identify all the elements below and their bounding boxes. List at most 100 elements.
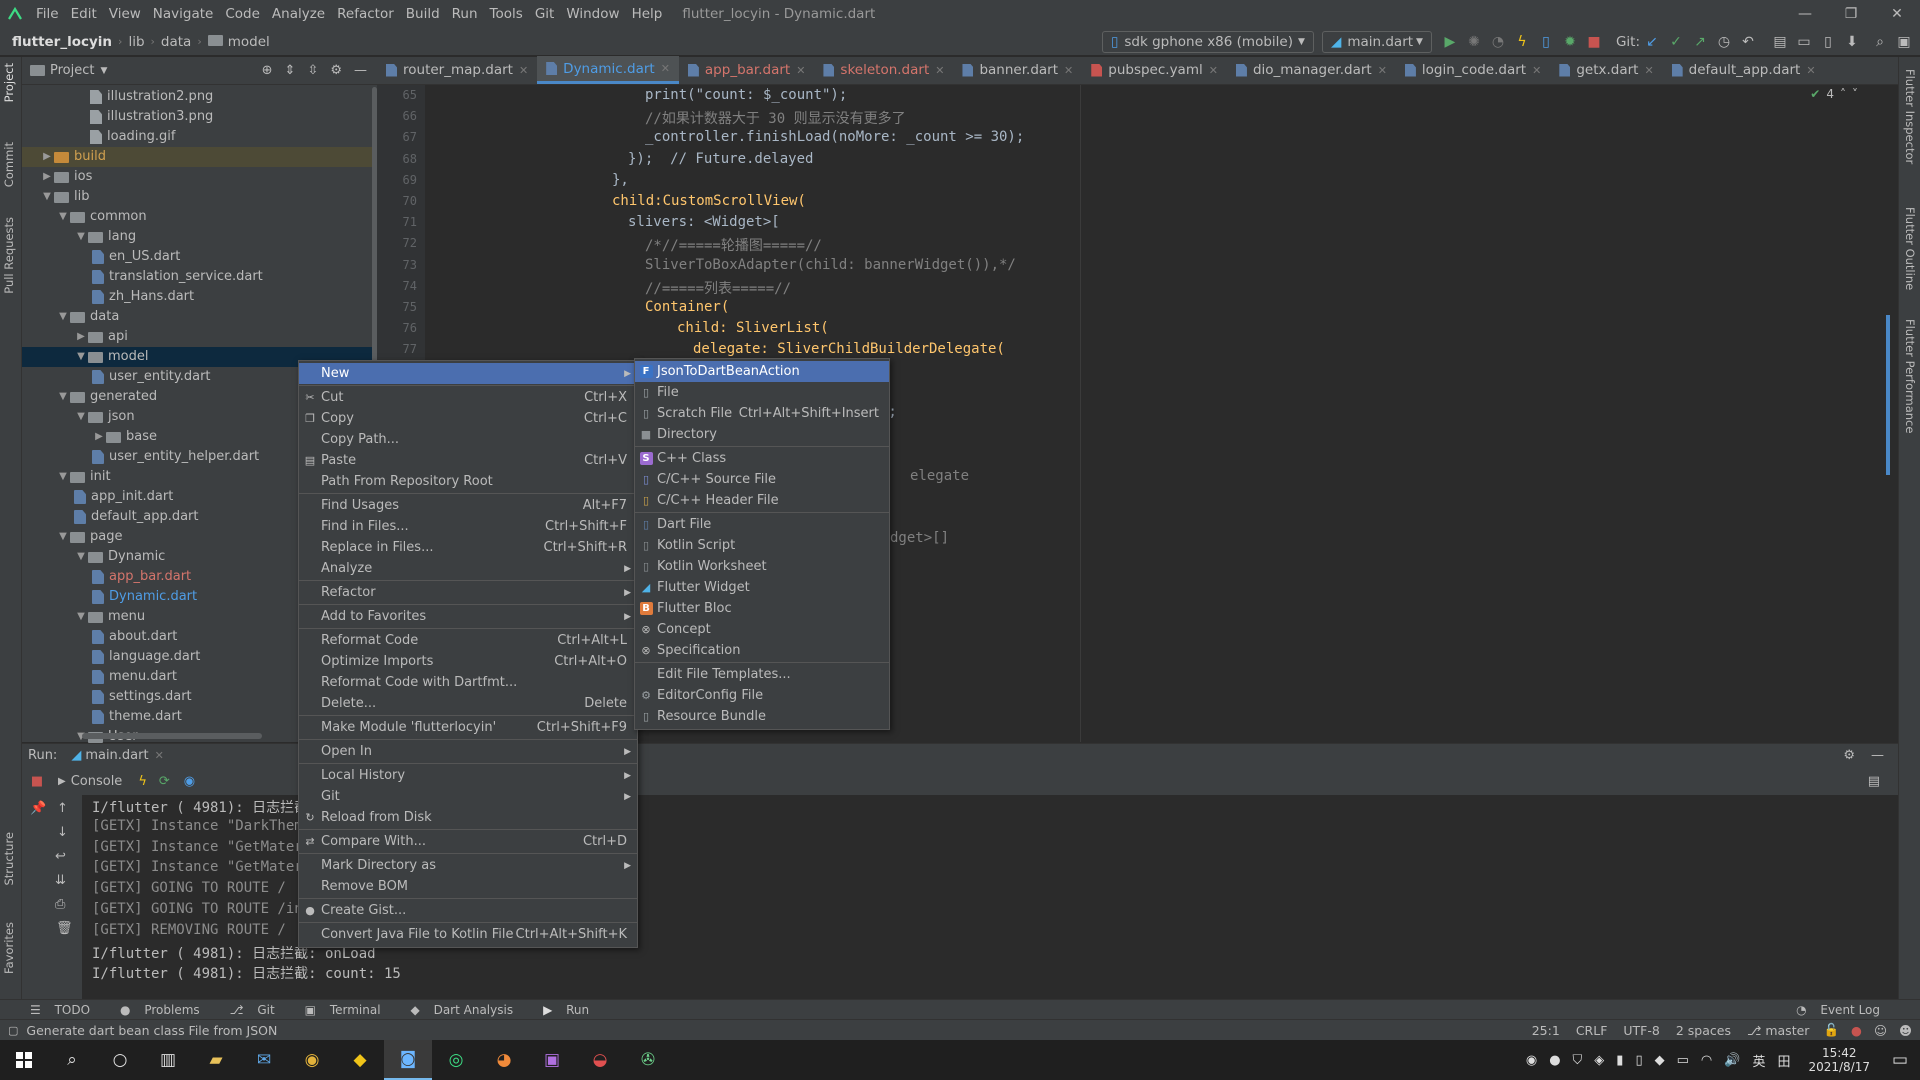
hot-restart-icon[interactable]: ⟳	[159, 774, 170, 789]
tree-item[interactable]: menu.dart	[92, 667, 177, 687]
chevron-down-icon[interactable]: ▼	[56, 527, 70, 547]
tree-item[interactable]: Dynamic.dart	[92, 587, 197, 607]
profile-icon[interactable]: ◔	[1486, 30, 1510, 54]
pin-icon[interactable]: 📌	[30, 801, 46, 816]
tree-item[interactable]: language.dart	[92, 647, 200, 667]
menu-item[interactable]: Local History ▶	[299, 765, 637, 786]
new-menu-item[interactable]: ▯ Resource Bundle	[635, 706, 889, 727]
search-icon[interactable]: ⌕	[1868, 30, 1892, 54]
chevron-right-icon[interactable]: ▶	[40, 147, 54, 167]
chevron-down-icon[interactable]: ▼	[74, 227, 88, 247]
menu-item[interactable]: Reformat Code with Dartfmt...	[299, 672, 637, 693]
rollback-icon[interactable]: ↶	[1736, 30, 1760, 54]
editor-tab[interactable]: getx.dart ✕	[1550, 56, 1662, 84]
menu-build[interactable]: Build	[400, 0, 446, 28]
git-branch[interactable]: ⎇ master	[1739, 1023, 1817, 1038]
tree-item[interactable]: ▼ json	[74, 407, 134, 427]
tree-item[interactable]: ▶ api	[74, 327, 128, 347]
wifi-icon[interactable]: ◠	[1701, 1053, 1712, 1068]
tree-item[interactable]: illustration2.png	[90, 87, 213, 107]
menu-item[interactable]: New ▶	[299, 363, 637, 384]
close-icon[interactable]: ✕	[519, 64, 528, 77]
gear-icon[interactable]: ⚙	[1843, 748, 1855, 763]
tab-flutter-performance[interactable]: Flutter Performance	[1903, 319, 1917, 433]
menu-item[interactable]: Git ▶	[299, 786, 637, 807]
soft-wrap-icon[interactable]: ↩	[55, 849, 66, 864]
menu-item[interactable]: ● Create Gist...	[299, 900, 637, 921]
avd-manager-icon[interactable]: ▯	[1816, 30, 1840, 54]
horizontal-scrollbar[interactable]	[82, 733, 262, 739]
file-encoding[interactable]: UTF-8	[1615, 1023, 1667, 1038]
app-icon[interactable]: ◎	[432, 1040, 480, 1080]
new-menu-item[interactable]: ⊗ Specification	[635, 640, 889, 661]
editor-tab[interactable]: login_code.dart ✕	[1396, 56, 1550, 84]
chevron-down-icon[interactable]: ▼	[56, 307, 70, 327]
close-icon[interactable]: ✕	[1874, 0, 1920, 28]
new-menu-item[interactable]: ⊗ Concept	[635, 619, 889, 640]
tree-item[interactable]: ▼ common	[56, 207, 146, 227]
chevron-right-icon[interactable]: ▶	[74, 327, 88, 347]
menu-item[interactable]: Mark Directory as ▶	[299, 855, 637, 876]
menu-item[interactable]: Make Module 'flutterlocyin' Ctrl+Shift+F9	[299, 717, 637, 738]
inspector-icon[interactable]: ☺	[1868, 1023, 1893, 1038]
tree-item[interactable]: zh_Hans.dart	[92, 287, 194, 307]
hide-icon[interactable]: —	[1871, 748, 1884, 763]
menu-item[interactable]: ↻ Reload from Disk	[299, 807, 637, 828]
chevron-down-icon[interactable]: ˅	[1852, 87, 1858, 101]
tool-problems[interactable]: ● Problems	[110, 1003, 220, 1017]
menu-tools[interactable]: Tools	[484, 0, 529, 28]
ime-indicator[interactable]: 英	[1752, 1051, 1765, 1070]
menu-file[interactable]: File	[30, 0, 65, 28]
windows-start-icon[interactable]	[0, 1040, 48, 1080]
close-icon[interactable]: ✕	[1532, 64, 1541, 77]
shield-icon[interactable]: ⛉	[1573, 1053, 1583, 1068]
chevron-up-icon[interactable]: ˄	[1840, 87, 1846, 101]
project-structure-icon[interactable]: ▤	[1768, 30, 1792, 54]
android-studio-icon[interactable]: ✇	[624, 1040, 672, 1080]
tree-item[interactable]: user_entity_helper.dart	[92, 447, 259, 467]
tray-app-icon[interactable]: ◉	[1526, 1053, 1537, 1068]
print-icon[interactable]: ⎙	[55, 897, 65, 912]
new-menu-item[interactable]: ▯ Scratch File Ctrl+Alt+Shift+Insert	[635, 403, 889, 424]
inspection-widget[interactable]: ✔ 4 ˄ ˅	[1810, 87, 1858, 101]
chevron-down-icon[interactable]: ▼	[56, 207, 70, 227]
menu-item[interactable]: Refactor ▶	[299, 582, 637, 603]
history-icon[interactable]: ◷	[1712, 30, 1736, 54]
new-menu-item[interactable]: ⚙ EditorConfig File	[635, 685, 889, 706]
minimize-icon[interactable]: —	[1782, 0, 1828, 28]
menu-git[interactable]: Git	[529, 0, 561, 28]
breadcrumb-lib[interactable]: lib	[122, 34, 150, 50]
account-icon[interactable]: ▣	[1892, 30, 1916, 54]
git-push-icon[interactable]: ↗	[1688, 30, 1712, 54]
menu-refactor[interactable]: Refactor	[331, 0, 400, 28]
tree-item[interactable]: settings.dart	[92, 687, 192, 707]
chevron-down-icon[interactable]: ▼	[74, 347, 88, 367]
expand-all-icon[interactable]: ⇕	[285, 63, 296, 78]
cortana-icon[interactable]: ○	[96, 1040, 144, 1080]
attach-debugger-icon[interactable]: ✹	[1558, 30, 1582, 54]
new-menu-item[interactable]: ▯ Kotlin Script	[635, 535, 889, 556]
memory-icon[interactable]: ☻	[1893, 1023, 1920, 1038]
menu-analyze[interactable]: Analyze	[266, 0, 331, 28]
hot-reload-icon[interactable]: ϟ	[138, 774, 147, 789]
chevron-down-icon[interactable]: ▼	[74, 607, 88, 627]
menu-item[interactable]: ⇄ Compare With... Ctrl+D	[299, 831, 637, 852]
tree-item[interactable]: ▼ lib	[40, 187, 89, 207]
menu-item[interactable]: Remove BOM	[299, 876, 637, 897]
menu-item[interactable]: Reformat Code Ctrl+Alt+L	[299, 630, 637, 651]
layout-icon[interactable]: ▤	[1868, 774, 1898, 789]
menu-item[interactable]: Optimize Imports Ctrl+Alt+O	[299, 651, 637, 672]
chevron-right-icon[interactable]: ▶	[92, 427, 106, 447]
tool-dart-analysis[interactable]: ◆ Dart Analysis	[401, 1003, 534, 1017]
close-icon[interactable]: ✕	[1378, 64, 1387, 77]
tree-item[interactable]: translation_service.dart	[92, 267, 263, 287]
chrome-icon[interactable]: ◉	[288, 1040, 336, 1080]
new-menu-item[interactable]: Edit File Templates...	[635, 664, 889, 685]
error-icon[interactable]: ●	[1845, 1023, 1868, 1038]
chevron-right-icon[interactable]: ▶	[40, 167, 54, 187]
menu-item[interactable]: Copy Path...	[299, 429, 637, 450]
run-icon[interactable]: ▶	[1438, 30, 1462, 54]
tree-item[interactable]: ▼ menu	[74, 607, 145, 627]
caret-position[interactable]: 25:1	[1524, 1023, 1568, 1038]
tray-app3-icon[interactable]: ◈	[1594, 1053, 1604, 1068]
